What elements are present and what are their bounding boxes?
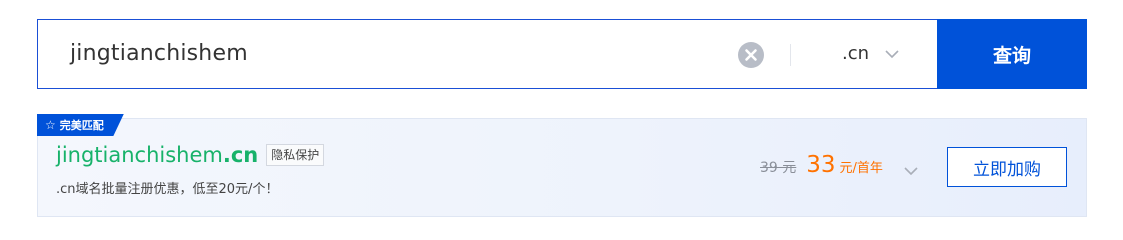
suffix-dropdown[interactable]: .cn — [842, 20, 899, 88]
search-input[interactable]: jingtianchishem — [70, 20, 248, 88]
domain-line: jingtianchishem.cn 隐私保护 — [56, 141, 325, 169]
domain-suffix: .cn — [222, 143, 259, 167]
chevron-down-icon[interactable] — [904, 161, 918, 180]
clear-icon[interactable] — [738, 42, 764, 68]
old-price: 39 元 — [760, 160, 797, 176]
suffix-value: .cn — [842, 43, 870, 64]
star-icon: ☆ — [45, 118, 56, 132]
domain-search-bar: jingtianchishem .cn 查询 — [37, 19, 1087, 89]
promo-text: .cn域名批量注册优惠，低至20元/个！ — [56, 182, 279, 197]
search-button[interactable]: 查询 — [937, 19, 1087, 89]
price-unit: 元/首年 — [839, 161, 883, 176]
domain-result-card: ☆ 完美匹配 jingtianchishem.cn 隐私保护 .cn域名批量注册优… — [37, 114, 1087, 217]
price-block: 39 元 33 元/首年 — [760, 152, 883, 182]
chevron-down-icon — [885, 20, 899, 88]
new-price: 33 — [806, 152, 836, 178]
domain-base: jingtianchishem — [56, 143, 223, 167]
match-tag-label: 完美匹配 — [59, 119, 104, 132]
privacy-badge: 隐私保护 — [266, 144, 325, 166]
perfect-match-tag: ☆ 完美匹配 — [37, 114, 124, 136]
add-to-cart-button[interactable]: 立即加购 — [947, 147, 1067, 187]
domain-name: jingtianchishem.cn — [56, 143, 258, 167]
divider — [790, 44, 791, 66]
